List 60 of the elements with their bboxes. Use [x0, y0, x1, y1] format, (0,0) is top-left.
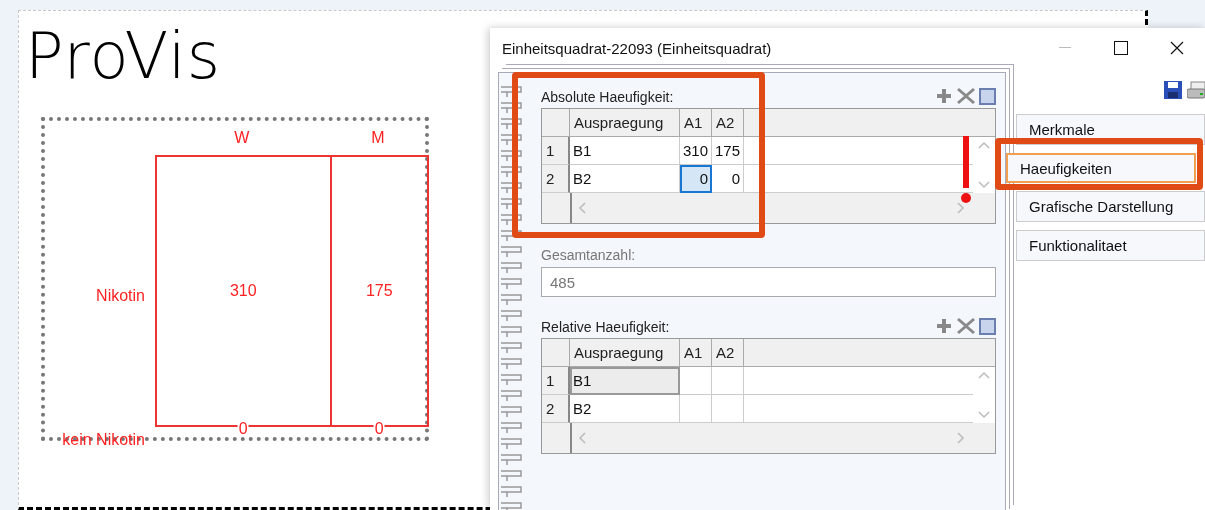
table-cell[interactable]: B2	[570, 395, 680, 423]
logo: ProVis	[25, 21, 222, 91]
window-icon[interactable]	[979, 317, 996, 335]
section-label: Absolute Haeufigkeit:	[541, 89, 674, 105]
scroll-left-icon[interactable]	[578, 202, 586, 214]
tab[interactable]: Funktionalitaet	[1016, 230, 1205, 261]
window-title: Einheitsquadrat-22093 (Einheitsquadrat)	[502, 39, 773, 57]
scroll-down-icon[interactable]	[978, 181, 990, 189]
delete-icon[interactable]	[956, 317, 976, 335]
section-label: Relative Haeufigkeit:	[541, 319, 670, 335]
row-label: kein Nikotin	[62, 431, 145, 449]
table-cell[interactable]: 0	[712, 165, 744, 193]
cell-value: 175	[365, 282, 393, 300]
save-icon[interactable]	[1163, 80, 1183, 100]
window-icon[interactable]	[979, 87, 996, 105]
row-number: 2	[542, 165, 570, 193]
row-number: 1	[542, 137, 570, 165]
field-label: Gesamtanzahl:	[541, 247, 636, 263]
vertical-scrollbar[interactable]	[973, 367, 995, 423]
add-icon[interactable]	[935, 87, 953, 105]
tab[interactable]: Haeufigkeiten	[1006, 153, 1196, 183]
column-header[interactable]: A2	[712, 339, 744, 367]
column-header[interactable]: Auspraegung	[570, 109, 680, 137]
table-cell[interactable]: 175	[712, 137, 744, 165]
scroll-up-icon[interactable]	[978, 371, 990, 379]
total-field[interactable]: 485	[541, 267, 996, 297]
column-header[interactable]: A1	[680, 339, 712, 367]
cell-value: 310	[229, 282, 257, 300]
table-cell[interactable]: B2	[570, 165, 680, 193]
column-header[interactable]: A1	[680, 109, 712, 137]
scroll-down-icon[interactable]	[978, 411, 990, 419]
table-cell[interactable]	[712, 367, 744, 395]
scroll-right-icon[interactable]	[957, 202, 965, 214]
delete-icon[interactable]	[956, 87, 976, 105]
add-icon[interactable]	[935, 317, 953, 335]
table-cell[interactable]	[680, 395, 712, 423]
table-cell[interactable]: B1	[570, 137, 680, 165]
table-cell[interactable]	[680, 367, 712, 395]
vertical-scrollbar[interactable]	[973, 137, 995, 193]
scroll-left-icon[interactable]	[578, 432, 586, 444]
row-number: 2	[542, 395, 570, 423]
row-number: 1	[542, 367, 570, 395]
scroll-up-icon[interactable]	[978, 141, 990, 149]
table-cell[interactable]	[712, 395, 744, 423]
table-cell[interactable]: 0	[680, 165, 712, 193]
column-header[interactable]: A2	[712, 109, 744, 137]
column-label: W	[234, 129, 250, 147]
minimize-icon	[1059, 47, 1071, 49]
column-header[interactable]: Auspraegung	[570, 339, 680, 367]
close-icon	[1170, 41, 1184, 55]
row-label: Nikotin	[96, 287, 145, 305]
exclamation-icon	[960, 136, 972, 204]
maximize-icon	[1114, 41, 1128, 55]
tab[interactable]: Grafische Darstellung	[1016, 191, 1205, 222]
column-label: M	[371, 129, 385, 147]
cell-value: 0	[237, 421, 249, 437]
table-cell[interactable]: 310	[680, 137, 712, 165]
cell-value: 0	[373, 421, 385, 437]
scroll-right-icon[interactable]	[957, 432, 965, 444]
table-cell[interactable]: B1	[570, 367, 680, 395]
